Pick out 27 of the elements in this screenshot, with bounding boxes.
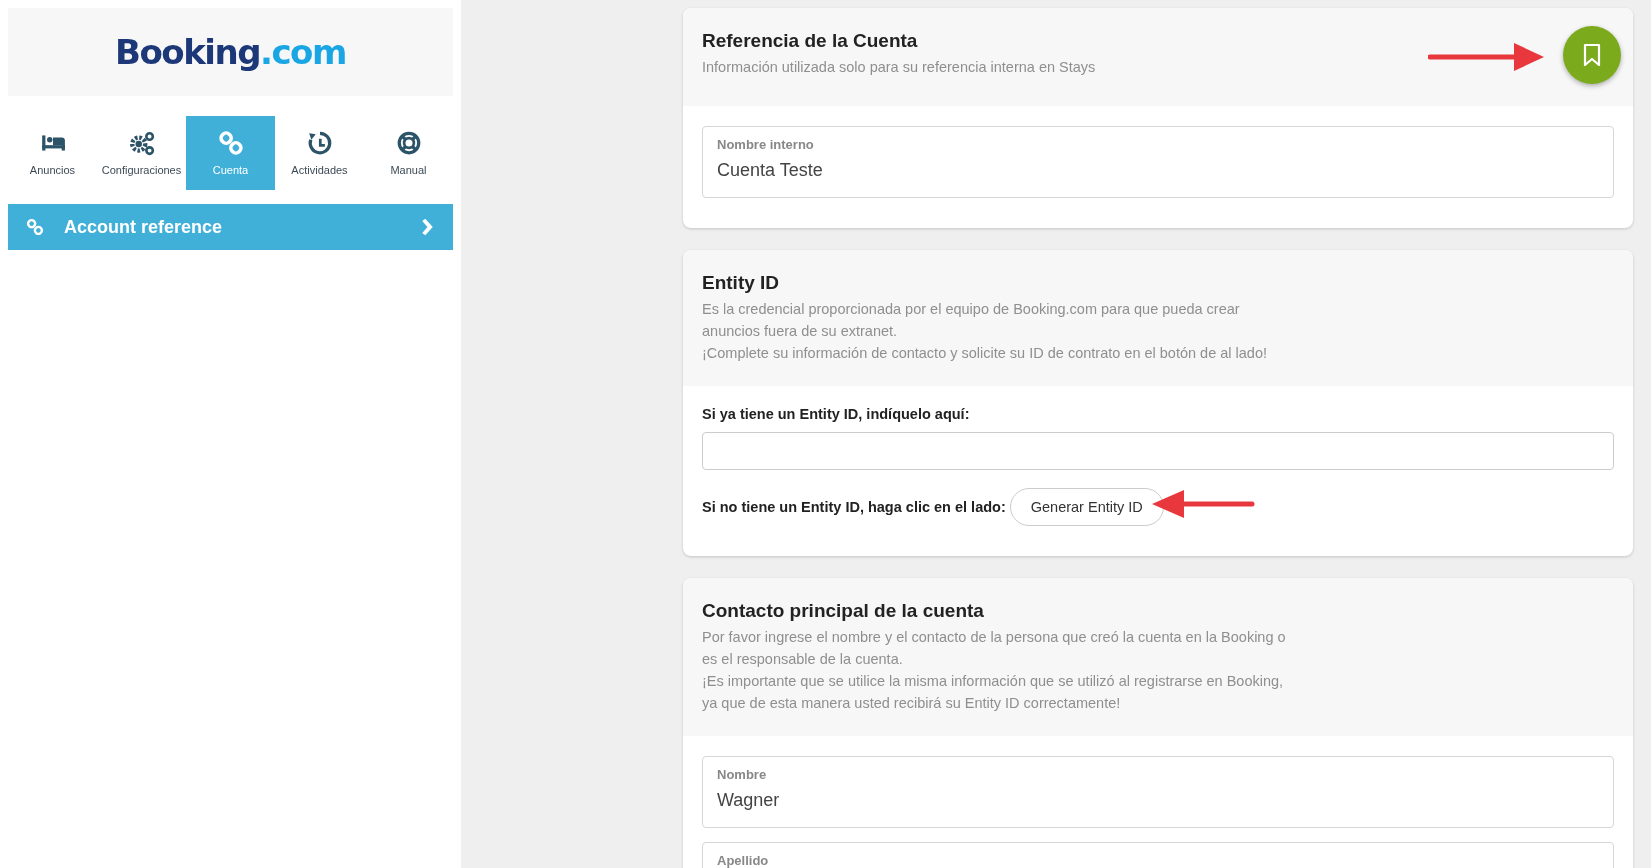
gears-icon: [128, 130, 155, 156]
text-field[interactable]: Apellido: [702, 842, 1614, 868]
text-field[interactable]: Nombre interno Cuenta Teste: [702, 126, 1614, 198]
field-label: Si no tiene un Entity ID, haga clic en el lado:: [702, 499, 1006, 515]
entity-id-field[interactable]: [702, 432, 1614, 470]
card-description: ¡Es importante que se utilice la misma información que se utilizó al registrarse en Booking, ya que de esta manera usted recibirá su Entity ID correctamente!: [702, 672, 1284, 713]
nav-tab[interactable]: Configuraciones: [97, 116, 186, 190]
save-button[interactable]: [1563, 26, 1621, 84]
nav-tab[interactable]: Manual: [364, 116, 453, 190]
link-icon: [26, 218, 44, 236]
card-description: ¡Complete su información de contacto y solicite su ID de contrato en el botón de al lado!: [702, 344, 1267, 363]
card-title: Entity ID: [702, 272, 781, 294]
booking-logo: Booking.com: [8, 8, 453, 96]
nav-tab[interactable]: Actividades: [275, 116, 364, 190]
lifebuoy-icon: [395, 130, 422, 156]
card-title: Referencia de la Cuenta: [702, 30, 919, 52]
history-icon: [306, 130, 333, 156]
text-field[interactable]: Nombre Wagner: [702, 756, 1614, 828]
card-description: Es la credencial proporcionada por el equipo de Booking.com para que pueda crear anuncios fuera de su extranet.: [702, 300, 1240, 341]
generate-button[interactable]: Generar Entity ID: [1009, 488, 1164, 526]
bookmark-icon: [1582, 43, 1602, 67]
card-description: Información utilizada solo para su referencia interna en Stays: [702, 58, 1096, 77]
field-label: Si ya tiene un Entity ID, indíquelo aquí:: [702, 406, 971, 422]
card-description: Por favor ingrese el nombre y el contacto de la persona que creó la cuenta en la Booking o es el responsable de la cuenta.: [702, 628, 1286, 669]
link-icon: [217, 130, 244, 156]
nav-tab[interactable]: Anuncios: [8, 116, 97, 190]
card-title: Contacto principal de la cuenta: [702, 600, 985, 622]
